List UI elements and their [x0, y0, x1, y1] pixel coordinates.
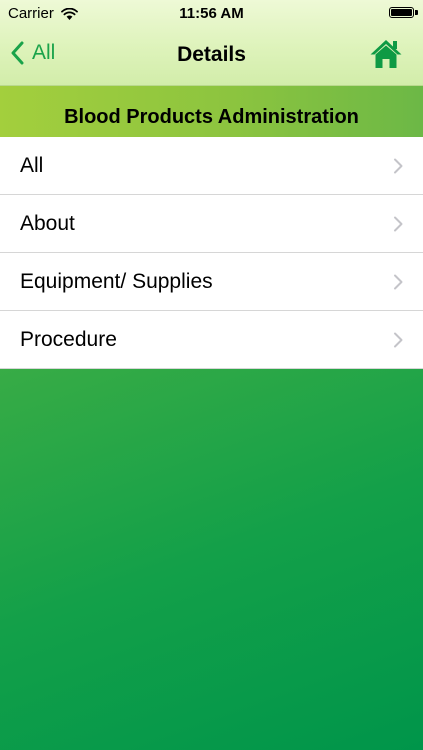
- chevron-right-icon: [394, 332, 403, 348]
- clock: 11:56 AM: [179, 5, 244, 22]
- battery-level: [391, 9, 412, 16]
- list-item-procedure[interactable]: Procedure: [0, 311, 423, 369]
- top-bar: Carrier 11:56 AM All Details: [0, 0, 423, 86]
- chevron-right-icon: [394, 216, 403, 232]
- navigation-bar: All Details: [0, 28, 423, 84]
- section-header: Blood Products Administration: [0, 86, 423, 137]
- home-icon[interactable]: [369, 37, 403, 71]
- list-item-all[interactable]: All: [0, 137, 423, 195]
- chevron-right-icon: [394, 274, 403, 290]
- chevron-right-icon: [394, 158, 403, 174]
- list-item-label: About: [20, 212, 75, 235]
- battery-tip: [415, 10, 418, 15]
- list-item-label: Equipment/ Supplies: [20, 270, 213, 293]
- detail-menu-list: All About Equipment/ Supplies Procedure: [0, 137, 423, 369]
- list-item-label: All: [20, 154, 44, 177]
- status-bar: Carrier 11:56 AM: [0, 0, 423, 28]
- page-title: Details: [177, 43, 246, 66]
- battery-icon: [389, 7, 414, 18]
- list-item-label: Procedure: [20, 328, 117, 351]
- list-item-about[interactable]: About: [0, 195, 423, 253]
- list-item-equipment-supplies[interactable]: Equipment/ Supplies: [0, 253, 423, 311]
